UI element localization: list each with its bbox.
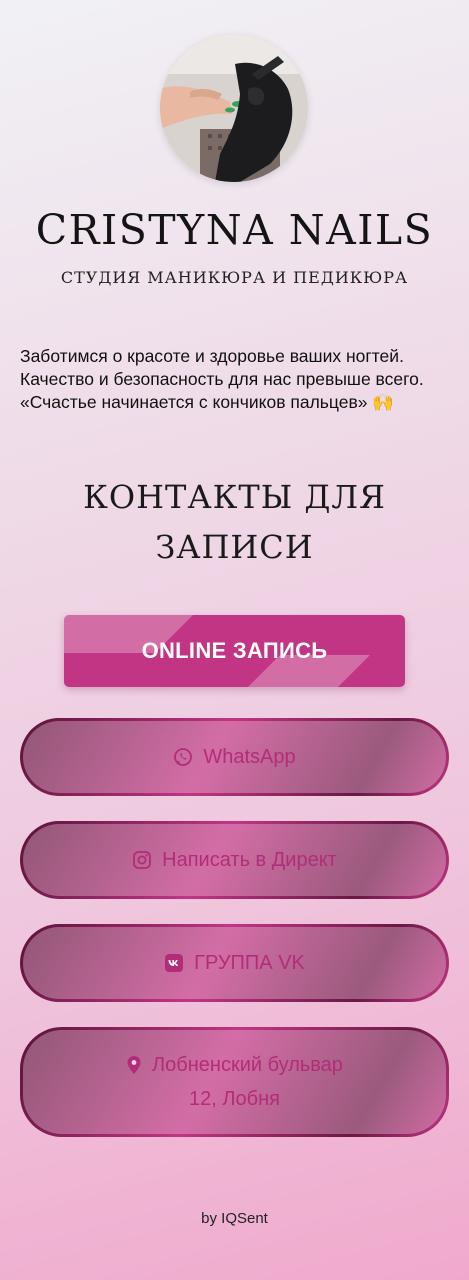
instagram-icon	[133, 851, 152, 869]
intro-text: Заботимся о красоте и здоровье ваших ног…	[20, 346, 424, 412]
brand-name: CRISTYNA NAILS	[35, 206, 434, 254]
online-booking-label: ONLINE ЗАПИСЬ	[141, 638, 328, 663]
online-booking-button[interactable]: ONLINE ЗАПИСЬ	[64, 615, 405, 687]
location-pin-icon	[127, 1056, 141, 1074]
instagram-direct-button[interactable]: Написать в Директ	[20, 821, 449, 899]
whatsapp-icon	[174, 748, 193, 766]
vk-label: ГРУППА VK	[194, 952, 305, 974]
vk-group-button[interactable]: ГРУППА VK	[20, 924, 449, 1002]
whatsapp-label: WhatsApp	[203, 746, 296, 768]
vk-icon	[165, 954, 184, 972]
tagline: СТУДИЯ МАНИКЮРА И ПЕДИКЮРА	[60, 268, 409, 287]
whatsapp-button[interactable]: WhatsApp	[20, 718, 449, 796]
footer-credit[interactable]: by IQSent	[0, 1210, 469, 1227]
address-line-1: Лобненский бульвар	[152, 1054, 343, 1076]
address-button[interactable]: Лобненский бульвар 12, Лобня	[20, 1027, 449, 1137]
contacts-title: КОНТАКТЫ ДЛЯ ЗАПИСИ	[83, 478, 386, 566]
avatar-photo	[160, 34, 308, 182]
instagram-label: Написать в Директ	[162, 849, 337, 871]
avatar	[160, 34, 308, 182]
address-line-2: 12, Лобня	[189, 1088, 280, 1110]
